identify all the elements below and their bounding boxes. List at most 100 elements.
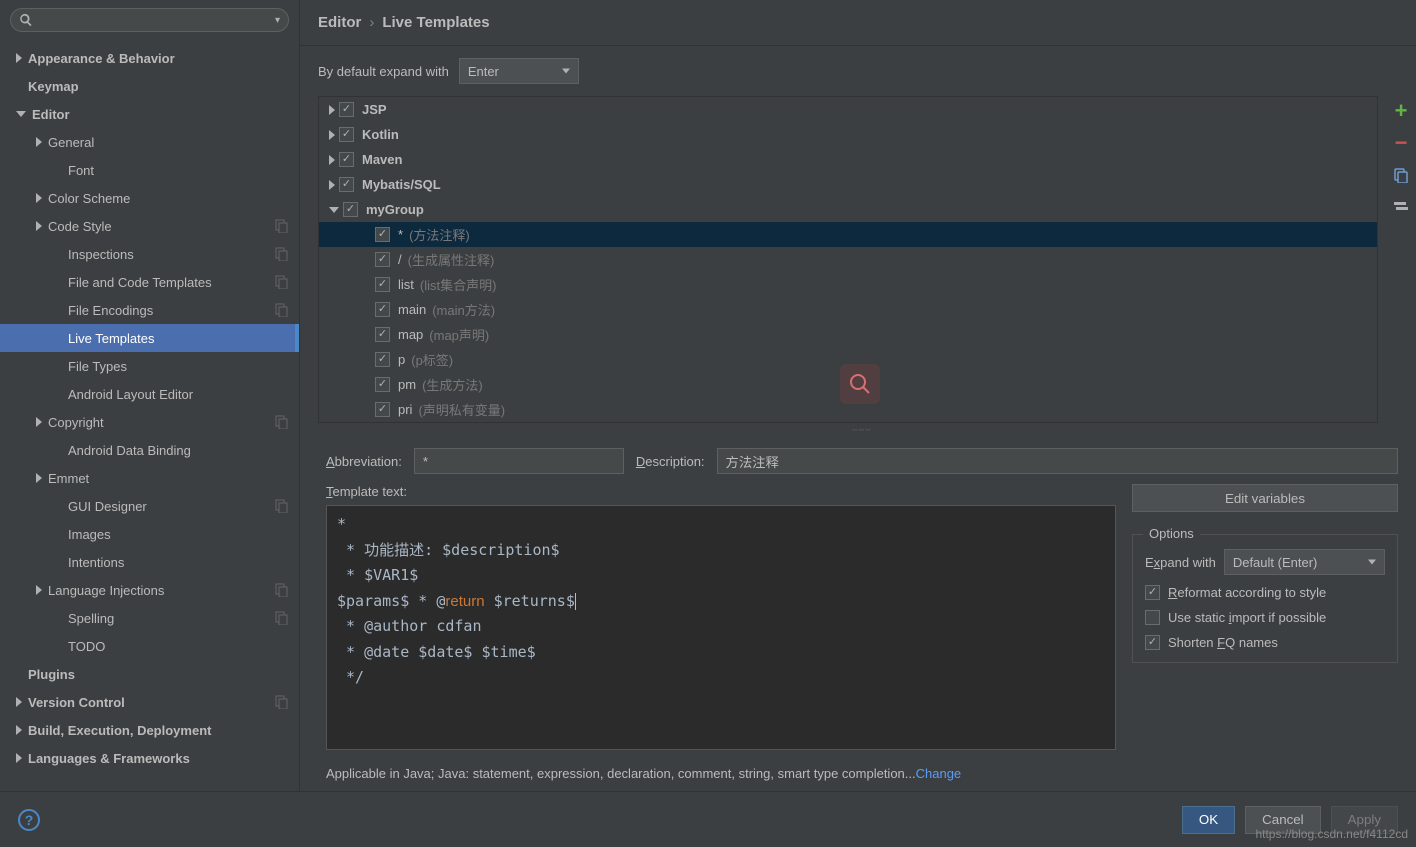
chevron-right-icon xyxy=(329,180,335,190)
help-button[interactable]: ? xyxy=(18,809,40,831)
template-desc: (声明私有变量) xyxy=(418,400,505,419)
expand-with-select[interactable]: Default (Enter) xyxy=(1224,549,1385,575)
template-group-mygroup[interactable]: myGroup xyxy=(319,197,1377,222)
chevron-down-icon: ▾ xyxy=(275,15,280,26)
group-label: JSP xyxy=(362,102,387,117)
group-checkbox[interactable] xyxy=(339,127,354,142)
sidebar-item-code-style[interactable]: Code Style xyxy=(0,212,299,240)
sidebar-item-keymap[interactable]: Keymap xyxy=(0,72,299,100)
description-input[interactable] xyxy=(717,448,1398,474)
sidebar-item-label: Spelling xyxy=(68,611,114,626)
template-item[interactable]: map(map声明) xyxy=(319,322,1377,347)
sidebar-item-file-encodings[interactable]: File Encodings xyxy=(0,296,299,324)
breadcrumb-current: Live Templates xyxy=(382,14,489,31)
sidebar-item-languages-frameworks[interactable]: Languages & Frameworks xyxy=(0,744,299,772)
sidebar-item-font[interactable]: Font xyxy=(0,156,299,184)
template-checkbox[interactable] xyxy=(375,277,390,292)
group-label: myGroup xyxy=(366,202,424,217)
sidebar-item-intentions[interactable]: Intentions xyxy=(0,548,299,576)
template-checkbox[interactable] xyxy=(375,352,390,367)
template-item[interactable]: list(list集合声明) xyxy=(319,272,1377,297)
add-icon[interactable]: + xyxy=(1392,102,1410,120)
template-item[interactable]: main(main方法) xyxy=(319,297,1377,322)
settings-icon[interactable] xyxy=(1392,198,1410,216)
edit-variables-button[interactable]: Edit variables xyxy=(1132,484,1398,512)
group-checkbox[interactable] xyxy=(339,152,354,167)
sidebar-item-appearance-behavior[interactable]: Appearance & Behavior xyxy=(0,44,299,72)
ok-button[interactable]: OK xyxy=(1182,806,1235,834)
sidebar-item-color-scheme[interactable]: Color Scheme xyxy=(0,184,299,212)
duplicate-icon[interactable] xyxy=(1392,166,1410,184)
sidebar-item-android-data-binding[interactable]: Android Data Binding xyxy=(0,436,299,464)
template-checkbox[interactable] xyxy=(375,252,390,267)
sidebar-item-general[interactable]: General xyxy=(0,128,299,156)
group-checkbox[interactable] xyxy=(339,102,354,117)
default-expand-row: By default expand with Enter xyxy=(300,46,1416,96)
template-group-mybatis-sql[interactable]: Mybatis/SQL xyxy=(319,172,1377,197)
scope-icon xyxy=(275,247,289,261)
template-desc: (生成方法) xyxy=(422,375,483,394)
sidebar-item-copyright[interactable]: Copyright xyxy=(0,408,299,436)
sidebar-item-spelling[interactable]: Spelling xyxy=(0,604,299,632)
description-label: Description: xyxy=(636,454,705,469)
template-group-kotlin[interactable]: Kotlin xyxy=(319,122,1377,147)
scope-icon xyxy=(275,275,289,289)
default-expand-label: By default expand with xyxy=(318,64,449,79)
sidebar-item-editor[interactable]: Editor xyxy=(0,100,299,128)
sidebar-item-label: Live Templates xyxy=(68,331,154,346)
template-group-maven[interactable]: Maven xyxy=(319,147,1377,172)
template-checkbox[interactable] xyxy=(375,327,390,342)
sidebar-item-label: Appearance & Behavior xyxy=(28,51,175,66)
template-item[interactable]: /(生成属性注释) xyxy=(319,247,1377,272)
template-checkbox[interactable] xyxy=(375,377,390,392)
template-abbr: map xyxy=(398,327,423,342)
sidebar-item-emmet[interactable]: Emmet xyxy=(0,464,299,492)
sidebar-item-plugins[interactable]: Plugins xyxy=(0,660,299,688)
breadcrumb-parent[interactable]: Editor xyxy=(318,14,361,31)
watermark: https://blog.csdn.net/f4112cd xyxy=(1255,827,1408,841)
template-checkbox[interactable] xyxy=(375,302,390,317)
group-checkbox[interactable] xyxy=(339,177,354,192)
shorten-fq-label: Shorten FQ names xyxy=(1168,635,1278,650)
sidebar-item-build-execution-deployment[interactable]: Build, Execution, Deployment xyxy=(0,716,299,744)
breadcrumb-separator-icon: › xyxy=(369,14,374,31)
template-text-editor[interactable]: * * 功能描述: $description$ * $VAR1$ $params… xyxy=(326,505,1116,750)
group-checkbox[interactable] xyxy=(343,202,358,217)
sidebar-item-language-injections[interactable]: Language Injections xyxy=(0,576,299,604)
sidebar-item-file-and-code-templates[interactable]: File and Code Templates xyxy=(0,268,299,296)
search-input[interactable] xyxy=(37,13,275,27)
sidebar-item-label: Build, Execution, Deployment xyxy=(28,723,211,738)
abbreviation-input[interactable] xyxy=(414,448,624,474)
default-expand-select[interactable]: Enter xyxy=(459,58,579,84)
sidebar-item-images[interactable]: Images xyxy=(0,520,299,548)
sidebar-item-version-control[interactable]: Version Control xyxy=(0,688,299,716)
search-field-wrap[interactable]: ▾ xyxy=(10,8,289,32)
template-checkbox[interactable] xyxy=(375,402,390,417)
resizer-handle[interactable]: ┄┄┄ xyxy=(308,423,1416,438)
remove-icon[interactable]: − xyxy=(1392,134,1410,152)
template-checkbox[interactable] xyxy=(375,227,390,242)
sidebar-item-todo[interactable]: TODO xyxy=(0,632,299,660)
static-import-checkbox[interactable] xyxy=(1145,610,1160,625)
scope-icon xyxy=(275,695,289,709)
sidebar-item-file-types[interactable]: File Types xyxy=(0,352,299,380)
sidebar-item-live-templates[interactable]: Live Templates xyxy=(0,324,299,352)
template-desc: (生成属性注释) xyxy=(408,250,495,269)
template-item[interactable]: *(方法注释) xyxy=(319,222,1377,247)
group-label: Kotlin xyxy=(362,127,399,142)
chevron-right-icon xyxy=(36,137,42,147)
search-icon xyxy=(19,13,33,27)
settings-tree[interactable]: Appearance & Behavior KeymapEditorGeneral… xyxy=(0,40,299,791)
sidebar-item-android-layout-editor[interactable]: Android Layout Editor xyxy=(0,380,299,408)
template-group-jsp[interactable]: JSP xyxy=(319,97,1377,122)
chevron-right-icon xyxy=(16,725,22,735)
sidebar-item-label: Version Control xyxy=(28,695,125,710)
change-context-link[interactable]: Change xyxy=(916,766,962,781)
shorten-fq-checkbox[interactable] xyxy=(1145,635,1160,650)
chevron-right-icon xyxy=(16,697,22,707)
chevron-right-icon xyxy=(329,155,335,165)
sidebar-item-inspections[interactable]: Inspections xyxy=(0,240,299,268)
template-fields: Abbreviation: Description: xyxy=(308,438,1416,484)
reformat-checkbox[interactable] xyxy=(1145,585,1160,600)
sidebar-item-gui-designer[interactable]: GUI Designer xyxy=(0,492,299,520)
